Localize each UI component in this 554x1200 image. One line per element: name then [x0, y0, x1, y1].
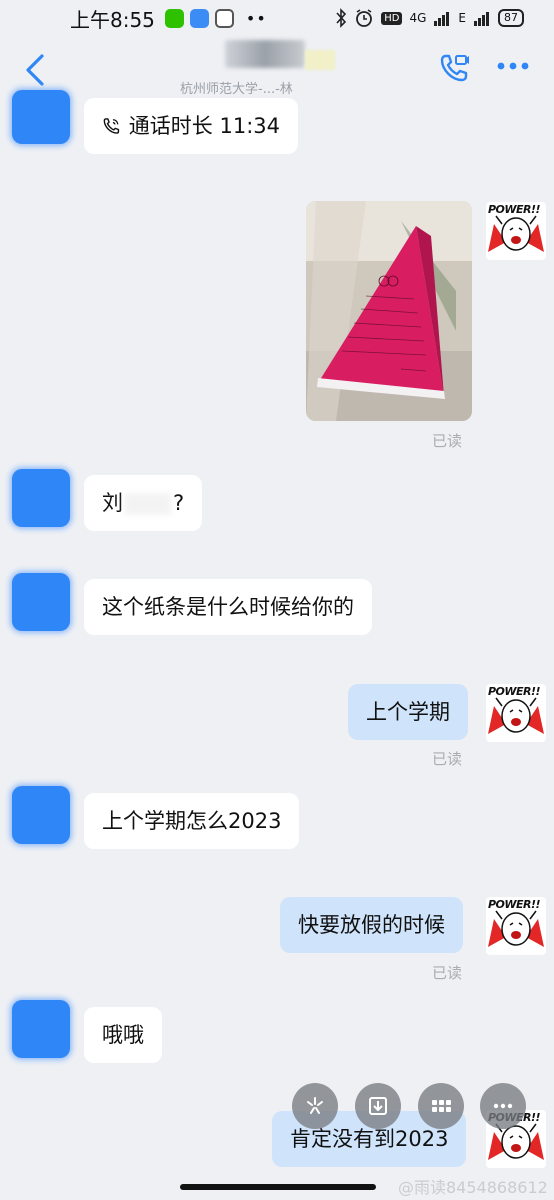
call-duration-text: 通话时长 11:34: [128, 114, 280, 138]
contact-avatar[interactable]: [12, 469, 70, 527]
battery-indicator: 87: [498, 9, 524, 27]
download-icon: [369, 1097, 387, 1115]
message-text: 这个纸条是什么时候给你的: [102, 595, 354, 619]
grid-icon: [432, 1100, 451, 1112]
contact-avatar[interactable]: [12, 90, 70, 144]
chat-app-icon: [189, 8, 209, 28]
more-options-icon[interactable]: [496, 60, 530, 72]
status-app-icons: [164, 8, 234, 28]
my-avatar-sticker[interactable]: POWER!!: [486, 684, 546, 742]
my-avatar-sticker[interactable]: POWER!!: [486, 202, 546, 260]
message-bubble[interactable]: 上个学期怎么2023: [84, 793, 300, 849]
read-receipt: 已读: [432, 432, 463, 450]
status-bar: 上午8:55 •• HD 4G E 87: [0, 0, 554, 36]
sparkle-icon: [307, 1097, 323, 1114]
hd-badge: HD: [381, 11, 403, 25]
more-button[interactable]: [480, 1083, 526, 1129]
sticker-text: POWER!!: [488, 203, 541, 216]
image-message-paper-hat[interactable]: [306, 201, 472, 421]
alarm-icon: [356, 9, 373, 27]
message-text: 哦哦: [102, 1023, 144, 1047]
message-text: 肯定没有到2023: [290, 1127, 449, 1151]
message-bubble[interactable]: 哦哦: [84, 1007, 162, 1063]
name-redacted: [125, 493, 171, 515]
contact-avatar[interactable]: [12, 786, 70, 844]
bluetooth-icon: [336, 8, 347, 28]
sticker-text: POWER!!: [488, 898, 541, 911]
phone-icon: [103, 118, 120, 134]
message-text: 快要放假的时候: [298, 913, 445, 937]
home-indicator[interactable]: [180, 1184, 376, 1190]
contact-name-redacted: [225, 40, 305, 68]
my-avatar-sticker[interactable]: POWER!!: [486, 897, 546, 955]
contact-avatar[interactable]: [12, 1000, 70, 1058]
status-more-indicator: ••: [245, 8, 267, 28]
edit-button[interactable]: [292, 1083, 338, 1129]
paper-hat-photo: [306, 201, 472, 421]
call-duration-bubble[interactable]: 通话时长 11:34: [84, 98, 298, 154]
status-right-group: HD 4G E 87: [335, 8, 524, 28]
network-label-2: E: [458, 11, 466, 25]
weibo-watermark: @雨读8454868612: [398, 1178, 548, 1197]
ellipsis-icon: [493, 1103, 513, 1109]
name-prefix: 刘: [102, 491, 123, 515]
read-receipt: 已读: [432, 964, 463, 982]
back-icon[interactable]: [22, 52, 48, 88]
my-message-bubble[interactable]: 上个学期: [348, 684, 468, 740]
name-suffix: ?: [173, 491, 185, 515]
my-message-bubble[interactable]: 快要放假的时候: [280, 897, 463, 953]
steering-app-icon: [214, 8, 234, 28]
message-text: 上个学期: [366, 700, 450, 724]
message-bubble[interactable]: 这个纸条是什么时候给你的: [84, 579, 372, 635]
phone-call-icon[interactable]: [438, 52, 470, 84]
message-text: 上个学期怎么2023: [102, 809, 282, 833]
contact-name-redacted-tail: [305, 50, 335, 70]
contact-subtitle: 杭州师范大学-...-林: [180, 82, 293, 97]
status-time: 上午8:55: [70, 7, 155, 32]
signal-icon: [434, 12, 450, 26]
read-receipt: 已读: [432, 750, 463, 768]
grid-button[interactable]: [418, 1083, 464, 1129]
contact-avatar[interactable]: [12, 573, 70, 631]
download-button[interactable]: [355, 1083, 401, 1129]
wechat-icon: [164, 8, 184, 28]
signal-icon-2: [474, 12, 489, 26]
sticker-text: POWER!!: [488, 685, 541, 698]
network-label: 4G: [409, 11, 427, 25]
message-bubble[interactable]: 刘?: [84, 475, 203, 531]
chat-header: 杭州师范大学-...-林: [0, 36, 554, 104]
